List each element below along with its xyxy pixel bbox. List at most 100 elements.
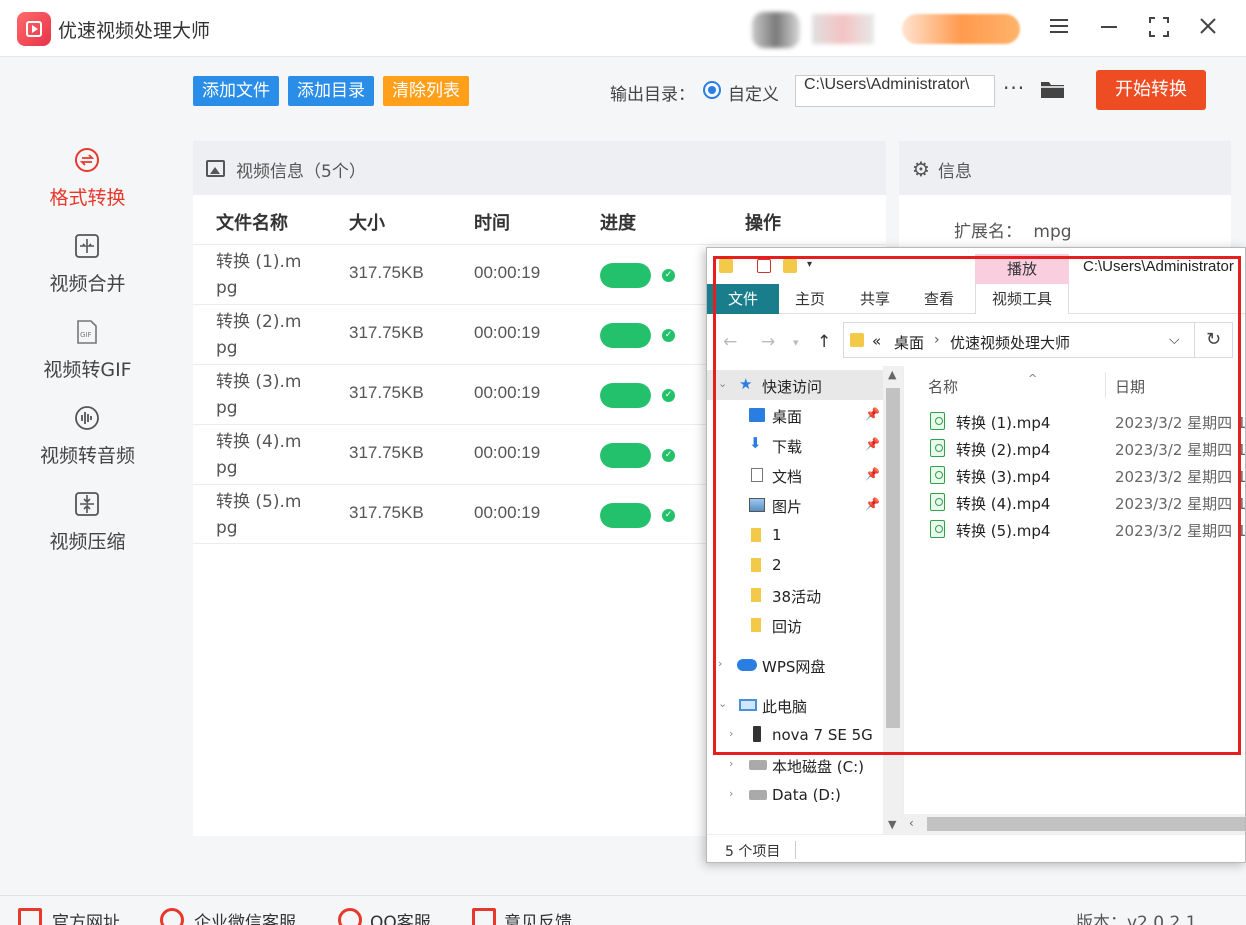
qq-service-link[interactable]: QQ客服 (370, 908, 431, 925)
menu-icon[interactable] (1047, 16, 1071, 40)
column-header-date[interactable]: 日期 (1115, 376, 1145, 397)
properties-check-icon[interactable] (757, 259, 771, 273)
pin-icon[interactable]: 📌 (865, 437, 880, 451)
tree-item-folder-1[interactable]: 1 (707, 520, 883, 550)
folder-icon (751, 558, 761, 572)
sidebar-item-video-merge[interactable]: 视频合并 (0, 233, 175, 313)
tree-item-folder-revisit[interactable]: 回访 (707, 610, 883, 640)
breadcrumb-current-folder[interactable]: 优速视频处理大师 (950, 332, 1070, 353)
column-header-name[interactable]: 名称 ^ (928, 372, 1037, 397)
minimize-icon[interactable] (1097, 16, 1121, 40)
expand-arrow-icon[interactable]: › (729, 757, 733, 770)
tree-item-drive-d[interactable]: › Data (D:) (707, 780, 883, 810)
website-icon[interactable] (18, 908, 42, 925)
forward-arrow-icon[interactable]: → (761, 332, 775, 352)
qq-icon[interactable] (338, 908, 362, 925)
wechat-service-link[interactable]: 企业微信客服 (194, 908, 296, 925)
column-divider[interactable] (1105, 372, 1106, 398)
add-directory-button[interactable]: 添加目录 (288, 76, 374, 106)
scroll-up-arrow-icon[interactable]: ▲ (888, 368, 896, 381)
clear-list-button[interactable]: 清除列表 (383, 76, 469, 106)
add-file-button[interactable]: 添加文件 (193, 76, 279, 106)
file-name: 转换 (1).mp4 (956, 414, 1051, 432)
navigation-pane: ⌄ ★ 快速访问 桌面 📌 ⬇ 下载 📌 文档 📌 图片 📌 1 2 38活动 … (707, 366, 883, 834)
feedback-link[interactable]: 意见反馈 (504, 908, 572, 925)
file-row[interactable]: 转换 (5).mp4 2023/3/2 星期四 1 (904, 516, 1245, 543)
pin-icon[interactable]: 📌 (865, 497, 880, 511)
blurred-avatar[interactable] (752, 12, 800, 48)
explorer-title-path: C:\Users\Administrator (1083, 258, 1234, 275)
tree-item-this-pc[interactable]: ⌄ 此电脑 (707, 690, 883, 720)
file-row[interactable]: 转换 (3).mp4 2023/3/2 星期四 1 (904, 462, 1245, 489)
custom-output-label[interactable]: 自定义 (728, 80, 779, 105)
tree-item-wps-cloud[interactable]: › WPS网盘 (707, 650, 883, 680)
progress-bar (600, 443, 651, 468)
file-row[interactable]: 转换 (1).mp4 2023/3/2 星期四 1 (904, 408, 1245, 435)
pin-icon[interactable]: 📌 (865, 407, 880, 421)
expand-arrow-icon[interactable]: › (729, 727, 733, 740)
file-list-horizontal-scrollbar[interactable]: ‹ (903, 814, 1245, 834)
tree-item-folder-38[interactable]: 38活动 (707, 580, 883, 610)
file-row[interactable]: 转换 (4).mp4 2023/3/2 星期四 1 (904, 489, 1245, 516)
expand-arrow-icon[interactable]: ⌄ (718, 697, 727, 710)
sidebar-item-label: 视频转GIF (43, 359, 132, 381)
recent-dropdown-icon[interactable]: ▾ (793, 336, 799, 349)
back-arrow-icon[interactable]: ← (723, 332, 737, 352)
tab-view[interactable]: 查看 (911, 284, 967, 314)
maximize-icon[interactable] (1147, 16, 1171, 40)
navigation-scrollbar[interactable]: ▲ ▼ (883, 366, 903, 834)
ribbon-tabs: 文件 主页 共享 查看 视频工具 (707, 284, 1245, 314)
official-site-link[interactable]: 官方网址 (52, 908, 120, 925)
close-icon[interactable] (1196, 16, 1220, 40)
output-path-field[interactable]: C:\Users\Administrator\ (795, 75, 995, 107)
version-text: 版本：v2.0.2.1 (1076, 913, 1197, 925)
new-folder-icon[interactable] (783, 259, 797, 273)
tree-item-quick-access[interactable]: ⌄ ★ 快速访问 (707, 370, 883, 400)
scrollbar-thumb[interactable] (927, 817, 1245, 831)
file-duration: 00:00:19 (474, 323, 541, 342)
breadcrumb-desktop[interactable]: 桌面 (894, 332, 924, 353)
address-bar[interactable]: « 桌面 › 优速视频处理大师 ⌵ (843, 322, 1195, 358)
file-row[interactable]: 转换 (2).mp4 2023/3/2 星期四 1 (904, 435, 1245, 462)
up-arrow-icon[interactable]: ↑ (817, 332, 831, 352)
refresh-icon[interactable]: ↻ (1195, 322, 1233, 358)
tab-video-tools[interactable]: 视频工具 (975, 284, 1069, 314)
tree-item-documents[interactable]: 文档 📌 (707, 460, 883, 490)
blurred-vip-badge[interactable] (902, 14, 1020, 44)
start-convert-button[interactable]: 开始转换 (1096, 70, 1206, 110)
play-context-tab[interactable]: 播放 (975, 254, 1069, 284)
expand-arrow-icon[interactable]: › (729, 787, 733, 800)
tree-item-desktop[interactable]: 桌面 📌 (707, 400, 883, 430)
scroll-left-arrow-icon[interactable]: ‹ (909, 816, 914, 830)
custom-output-radio[interactable] (703, 81, 721, 99)
sidebar-item-video-to-gif[interactable]: GIF 视频转GIF (0, 319, 175, 399)
tree-item-folder-2[interactable]: 2 (707, 550, 883, 580)
pin-icon[interactable]: 📌 (865, 467, 880, 481)
expand-arrow-icon[interactable]: ⌄ (718, 377, 727, 390)
folder-icon[interactable] (719, 259, 733, 273)
scroll-down-arrow-icon[interactable]: ▼ (888, 818, 896, 831)
sidebar-item-format-convert[interactable]: 格式转换 (0, 147, 175, 227)
tree-item-pictures[interactable]: 图片 📌 (707, 490, 883, 520)
column-header-time: 时间 (474, 213, 510, 234)
address-dropdown-icon[interactable]: ⌵ (1169, 332, 1180, 348)
expand-arrow-icon[interactable]: › (718, 657, 722, 670)
tab-file[interactable]: 文件 (707, 284, 779, 314)
tree-item-downloads[interactable]: ⬇ 下载 📌 (707, 430, 883, 460)
file-name: 转换 (3).mpg (216, 372, 302, 418)
feedback-icon[interactable] (472, 908, 496, 925)
progress-bar (600, 263, 651, 288)
output-directory-label: 输出目录： (610, 85, 695, 105)
tree-item-drive-c[interactable]: › 本地磁盘 (C:) (707, 750, 883, 780)
wechat-service-icon[interactable] (160, 908, 184, 925)
tab-home[interactable]: 主页 (783, 284, 837, 314)
scrollbar-thumb[interactable] (886, 388, 900, 728)
open-folder-icon[interactable] (1040, 79, 1065, 99)
sidebar-item-video-compress[interactable]: 视频压缩 (0, 491, 175, 571)
customize-dropdown-icon[interactable]: ▾ (807, 259, 821, 273)
tab-share[interactable]: 共享 (847, 284, 903, 314)
breadcrumb-overflow[interactable]: « (872, 332, 881, 350)
tree-item-phone[interactable]: › nova 7 SE 5G (707, 720, 883, 750)
more-options-button[interactable]: ··· (1003, 76, 1025, 100)
sidebar-item-video-to-audio[interactable]: 视频转音频 (0, 405, 175, 485)
